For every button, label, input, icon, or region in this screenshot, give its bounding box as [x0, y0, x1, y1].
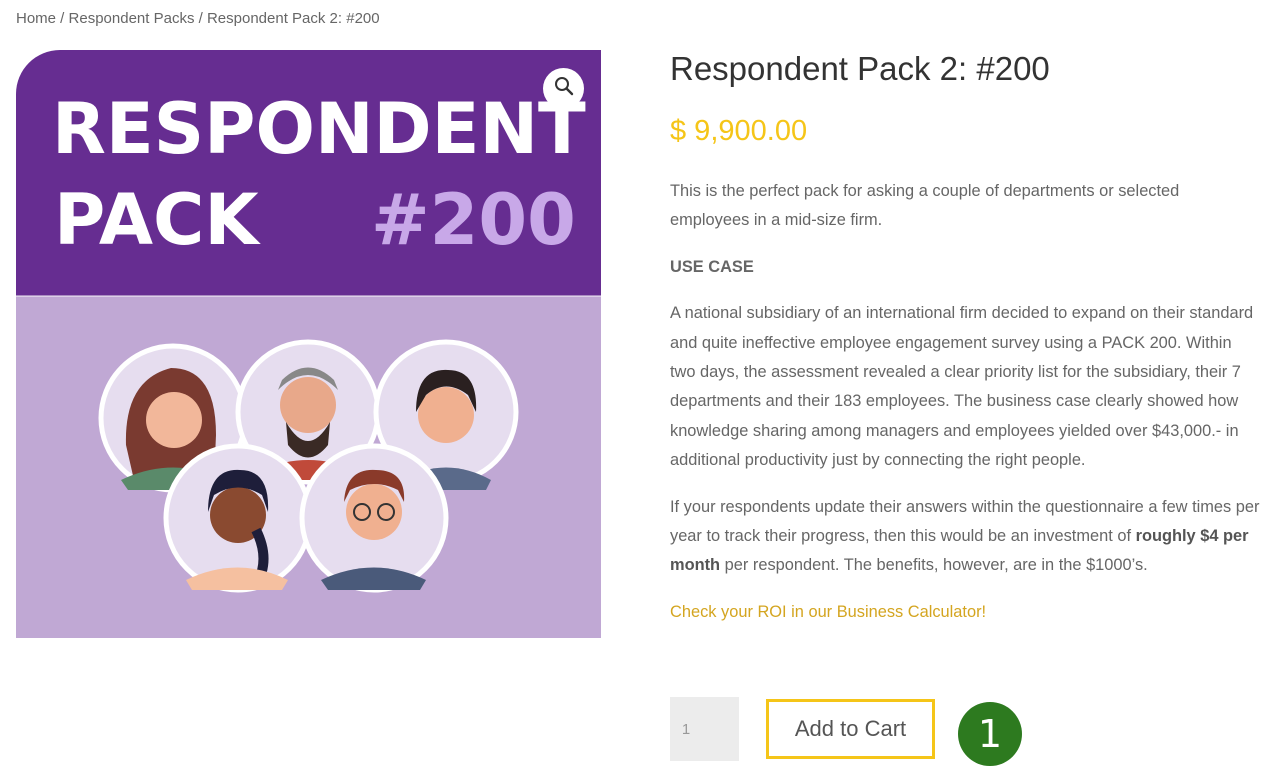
product-illustration: RESPONDENT PACK #200 [16, 50, 601, 638]
intro-text: This is the perfect pack for asking a co… [670, 182, 1180, 230]
product-title: Respondent Pack 2: #200 [670, 50, 1050, 87]
avatar-glasses-man [299, 443, 449, 593]
breadcrumb-category-link[interactable]: Respondent Packs [69, 10, 195, 27]
step-number-badge: 1 [958, 702, 1022, 766]
use-case-text: A national subsidiary of an internationa… [670, 304, 1254, 470]
product-price: $ 9,900.00 [670, 115, 808, 147]
use-case-heading: USE CASE [670, 257, 754, 276]
breadcrumb-home-link[interactable]: Home [16, 10, 56, 27]
breadcrumb-separator: / [56, 10, 69, 27]
add-to-cart-button[interactable]: Add to Cart [766, 699, 935, 759]
breadcrumb-current: Respondent Pack 2: #200 [206, 10, 380, 27]
banner-number: #200 [371, 179, 576, 261]
product-description: This is the perfect pack for asking a co… [670, 177, 1260, 581]
investment-text: If your respondents update their answers… [670, 493, 1260, 581]
product-image[interactable]: RESPONDENT PACK #200 [16, 50, 601, 638]
banner-line2: PACK [54, 179, 261, 261]
banner-line1: RESPONDENT [52, 88, 586, 170]
investment-text-end: per respondent. The benefits, however, a… [720, 556, 1148, 575]
roi-calculator-link[interactable]: Check your ROI in our Business Calculato… [670, 598, 986, 627]
avatar-braid-woman [163, 443, 313, 593]
magnifier-icon [554, 76, 574, 101]
breadcrumb: Home / Respondent Packs / Respondent Pac… [16, 10, 380, 27]
product-summary: Respondent Pack 2: #200 $ 9,900.00 This … [670, 48, 1260, 627]
quantity-input[interactable] [670, 697, 739, 761]
zoom-button[interactable] [543, 68, 584, 109]
breadcrumb-separator: / [194, 10, 207, 27]
